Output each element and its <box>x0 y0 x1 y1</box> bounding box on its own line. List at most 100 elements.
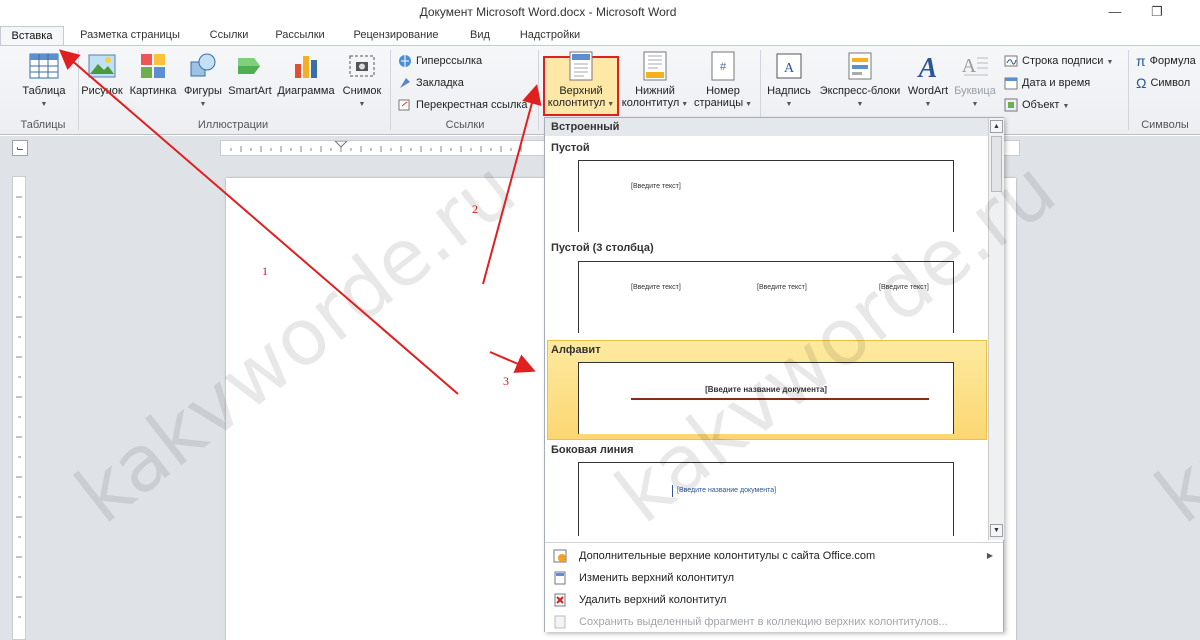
header-button[interactable]: Верхний колонтитул ▼ <box>545 50 617 111</box>
textbox-label: Надпись <box>767 85 811 97</box>
svg-text:A: A <box>917 53 938 82</box>
quickparts-button[interactable]: Экспресс-блоки ▼ <box>816 50 904 109</box>
picture-icon <box>88 54 116 78</box>
minimize-icon[interactable]: — <box>1102 2 1128 22</box>
pi-icon: π <box>1136 53 1146 70</box>
menu-item-remove-header[interactable]: Удалить верхний колонтитул <box>545 589 1003 611</box>
chart-icon <box>295 56 317 78</box>
clipart-button[interactable]: Картинка <box>126 50 180 97</box>
object-button[interactable]: Объект ▼ <box>1004 96 1069 114</box>
scroll-thumb[interactable] <box>991 136 1002 192</box>
hyperlink-button[interactable]: Гиперссылка <box>398 52 482 70</box>
vertical-ruler[interactable] <box>12 176 26 640</box>
group-symbols-label: Символы <box>1141 119 1189 131</box>
hyperlink-icon <box>399 55 411 68</box>
textbox-icon: A <box>776 53 802 79</box>
tab-insert[interactable]: Вставка <box>0 26 64 46</box>
gallery-item-title: Алфавит <box>551 344 601 356</box>
gallery-item-blank[interactable]: [Введите текст] <box>578 160 954 232</box>
window-title: Документ Microsoft Word.docx - Microsoft… <box>419 5 677 19</box>
textbox-button[interactable]: A Надпись ▼ <box>764 50 814 109</box>
tab-review[interactable]: Рецензирование <box>346 26 446 46</box>
quickparts-label: Экспресс-блоки <box>819 85 901 97</box>
submenu-arrow-icon: ▶ <box>986 551 993 560</box>
page-number-label-line2: страницы <box>693 97 744 109</box>
picture-button[interactable]: Рисунок <box>80 50 124 97</box>
tab-page-layout[interactable]: Разметка страницы <box>72 26 188 46</box>
group-illustrations-label: Иллюстрации <box>197 119 269 131</box>
symbol-button[interactable]: Ω Символ <box>1136 74 1190 92</box>
clipart-icon <box>141 54 165 78</box>
header-icon <box>569 51 593 81</box>
table-button[interactable]: Таблица ▼ <box>18 50 70 109</box>
group-separator <box>538 50 539 130</box>
shapes-label: Фигуры <box>184 85 222 97</box>
picture-label: Рисунок <box>81 85 123 97</box>
datetime-button[interactable]: Дата и время <box>1004 74 1090 92</box>
svg-text:#: # <box>720 61 727 73</box>
wordart-icon: A <box>917 53 938 82</box>
menu-item-more-headers[interactable]: Дополнительные верхние колонтитулы с сай… <box>545 545 1003 567</box>
footer-button[interactable]: Нижний колонтитул ▼ <box>620 50 690 111</box>
group-separator <box>78 50 79 130</box>
title-bar: Документ Microsoft Word.docx - Microsoft… <box>0 0 1200 24</box>
restore-icon[interactable]: ❐ <box>1144 2 1170 22</box>
gallery-item-alphabet[interactable]: [Введите название документа] <box>578 362 954 434</box>
hyperlink-label: Гиперссылка <box>416 55 483 67</box>
formula-label: Формула <box>1149 55 1196 67</box>
placeholder-text: [Введите текст] <box>631 284 681 291</box>
placeholder-text: [Введите текст] <box>879 284 929 291</box>
table-label: Таблица <box>22 85 66 97</box>
chart-label: Диаграмма <box>277 85 335 97</box>
menu-item-save-selection[interactable]: Сохранить выделенный фрагмент в коллекци… <box>545 611 1003 633</box>
screenshot-icon <box>349 55 375 77</box>
page-number-button[interactable]: # Номер страницы ▼ <box>690 50 756 111</box>
gallery-item-blank-three-columns[interactable]: [Введите текст] [Введите текст] [Введите… <box>578 261 954 333</box>
menu-item-label: Изменить верхний колонтитул <box>579 572 734 584</box>
header-menu: Дополнительные верхние колонтитулы с сай… <box>545 542 1003 632</box>
tab-selector-icon[interactable]: ⌙ <box>12 140 28 156</box>
tab-references[interactable]: Ссылки <box>202 26 256 46</box>
scroll-up-icon[interactable]: ▲ <box>990 120 1003 133</box>
annotation-number: 3 <box>503 374 509 388</box>
symbol-label: Символ <box>1150 77 1191 89</box>
gallery-item-sideline[interactable]: [Введите название документа] <box>578 462 954 536</box>
screenshot-button[interactable]: Снимок ▼ <box>338 50 386 109</box>
shapes-button[interactable]: Фигуры ▼ <box>180 50 226 109</box>
placeholder-text: [Введите название документа] <box>705 385 827 394</box>
bookmark-button[interactable]: Закладка <box>398 74 464 92</box>
signature-icon <box>1004 55 1018 67</box>
gallery-scrollbar[interactable]: ▲ ▼ <box>988 118 1004 540</box>
gallery-item-title: Пустой (3 столбца) <box>551 242 654 254</box>
object-icon <box>1004 98 1018 112</box>
wordart-label: WordArt <box>907 85 949 97</box>
tab-addins[interactable]: Надстройки <box>512 26 588 46</box>
wordart-button[interactable]: A WordArt ▼ <box>904 50 952 109</box>
dropcap-icon: A <box>962 55 988 77</box>
chart-button[interactable]: Диаграмма <box>274 50 338 97</box>
placeholder-text: [Введите текст] <box>631 183 681 190</box>
bookmark-label: Закладка <box>416 77 464 89</box>
crossref-label: Перекрестная ссылка <box>416 99 528 111</box>
scroll-down-icon[interactable]: ▼ <box>990 524 1003 537</box>
smartart-label: SmartArt <box>228 85 272 97</box>
dropcap-label: Буквица <box>954 85 996 97</box>
formula-button[interactable]: π Формула <box>1136 52 1196 70</box>
shapes-icon <box>190 53 216 77</box>
side-line <box>672 485 673 497</box>
smartart-button[interactable]: SmartArt <box>226 50 274 97</box>
group-separator <box>1128 50 1129 130</box>
dropcap-button[interactable]: A Буквица ▼ <box>952 50 998 109</box>
tab-view[interactable]: Вид <box>462 26 498 46</box>
crossref-button[interactable]: Перекрестная ссылка <box>398 96 528 114</box>
header-label-line1: Верхний <box>559 85 603 97</box>
menu-item-edit-header[interactable]: Изменить верхний колонтитул <box>545 567 1003 589</box>
office-online-icon <box>553 549 567 563</box>
smartart-icon <box>238 58 260 74</box>
annotation-number: 2 <box>472 202 478 216</box>
ruler-ticks-vertical <box>16 196 22 618</box>
tab-mailings[interactable]: Рассылки <box>268 26 332 46</box>
gallery-item-title: Боковая линия <box>551 444 634 456</box>
signature-line-button[interactable]: Строка подписи ▼ <box>1004 52 1113 70</box>
signature-label: Строка подписи <box>1022 55 1104 67</box>
